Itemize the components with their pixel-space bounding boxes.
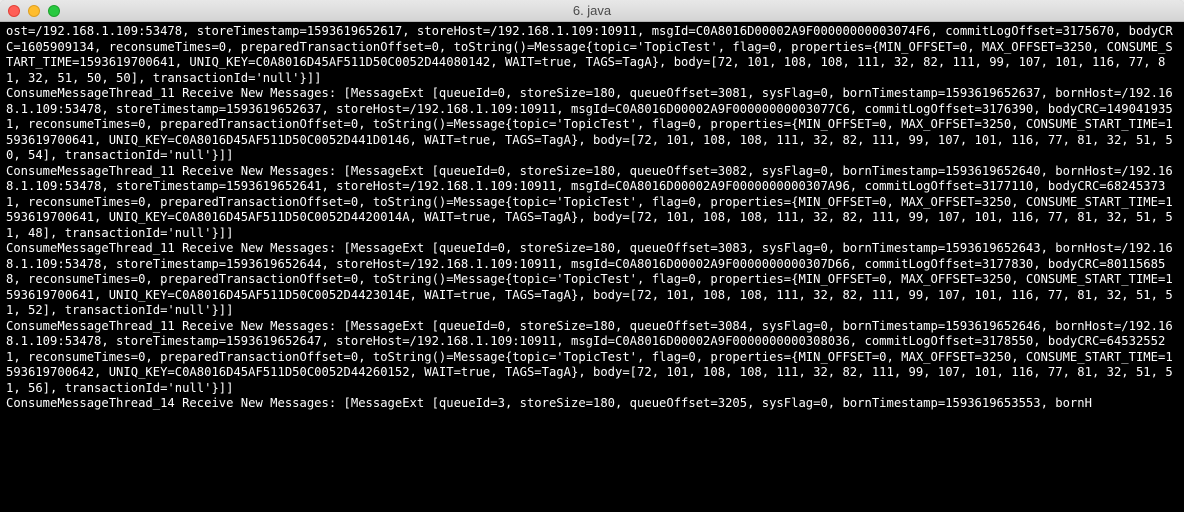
terminal-window: 6. java ost=/192.168.1.109:53478, storeT…: [0, 0, 1184, 512]
titlebar[interactable]: 6. java: [0, 0, 1184, 22]
close-icon[interactable]: [8, 5, 20, 17]
window-title: 6. java: [8, 3, 1176, 18]
maximize-icon[interactable]: [48, 5, 60, 17]
traffic-lights: [8, 5, 60, 17]
terminal-content[interactable]: ost=/192.168.1.109:53478, storeTimestamp…: [0, 22, 1184, 512]
minimize-icon[interactable]: [28, 5, 40, 17]
